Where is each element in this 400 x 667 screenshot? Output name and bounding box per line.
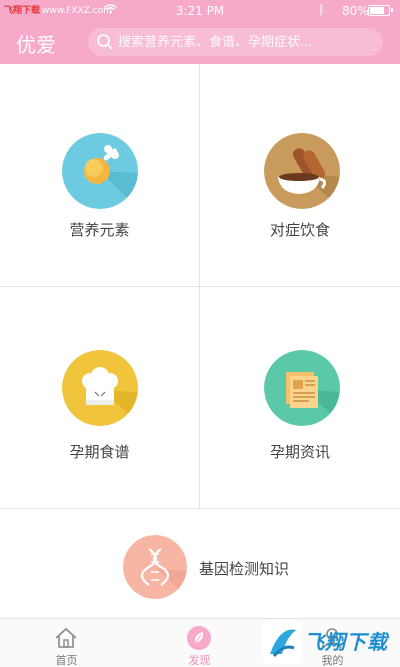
chicken-leg-icon — [62, 133, 138, 209]
status-bar: 飞翔下载 www.FXXZ.com 3:21 PM ᛒ 80% — [0, 0, 400, 22]
tab-label: 首页 — [55, 654, 78, 667]
category-label: 基因检测知识 — [199, 560, 290, 578]
category-symptom-diet[interactable]: 对症饮食 — [200, 64, 400, 286]
top-bar: 飞翔下载 www.FXXZ.com 3:21 PM ᛒ 80% 优爱 — [0, 0, 400, 64]
news-icon — [264, 350, 340, 426]
category-nutrition[interactable]: 营养元素 — [0, 64, 199, 286]
battery-icon — [368, 5, 393, 16]
home-icon — [55, 627, 77, 648]
battery-percent: 80% — [342, 4, 369, 18]
grid-divider — [0, 286, 400, 287]
grid-divider — [0, 508, 400, 509]
category-gene-testing[interactable]: 基因检测知识 — [0, 509, 400, 618]
bread-soup-icon — [264, 133, 340, 209]
category-grid: 营养元素 对症饮食 孕期食谱 孕期资讯 基因检测知识 — [0, 64, 400, 618]
category-pregnancy-recipes[interactable]: 孕期食谱 — [0, 287, 199, 508]
watermark-logo-text: 飞翔下载 — [304, 630, 388, 654]
leaf-icon — [187, 626, 211, 650]
category-label: 对症饮食 — [269, 221, 330, 239]
tab-discover[interactable]: 发现 — [133, 619, 266, 667]
status-time: 3:21 PM — [175, 4, 225, 18]
search-input[interactable] — [118, 34, 368, 50]
category-label: 营养元素 — [69, 221, 130, 239]
category-label: 孕期食谱 — [69, 443, 130, 461]
tab-home[interactable]: 首页 — [0, 619, 133, 667]
search-bar[interactable] — [88, 28, 383, 56]
battery-fill — [370, 7, 384, 14]
category-label: 孕期资讯 — [269, 443, 330, 461]
app-title: 优爱 — [16, 33, 56, 57]
dna-icon — [123, 535, 187, 599]
category-pregnancy-news[interactable]: 孕期资讯 — [200, 287, 400, 508]
tab-label: 发现 — [188, 654, 211, 667]
bluetooth-icon: ᛒ — [318, 3, 326, 17]
search-icon — [97, 34, 113, 50]
chef-hat-icon — [62, 350, 138, 426]
